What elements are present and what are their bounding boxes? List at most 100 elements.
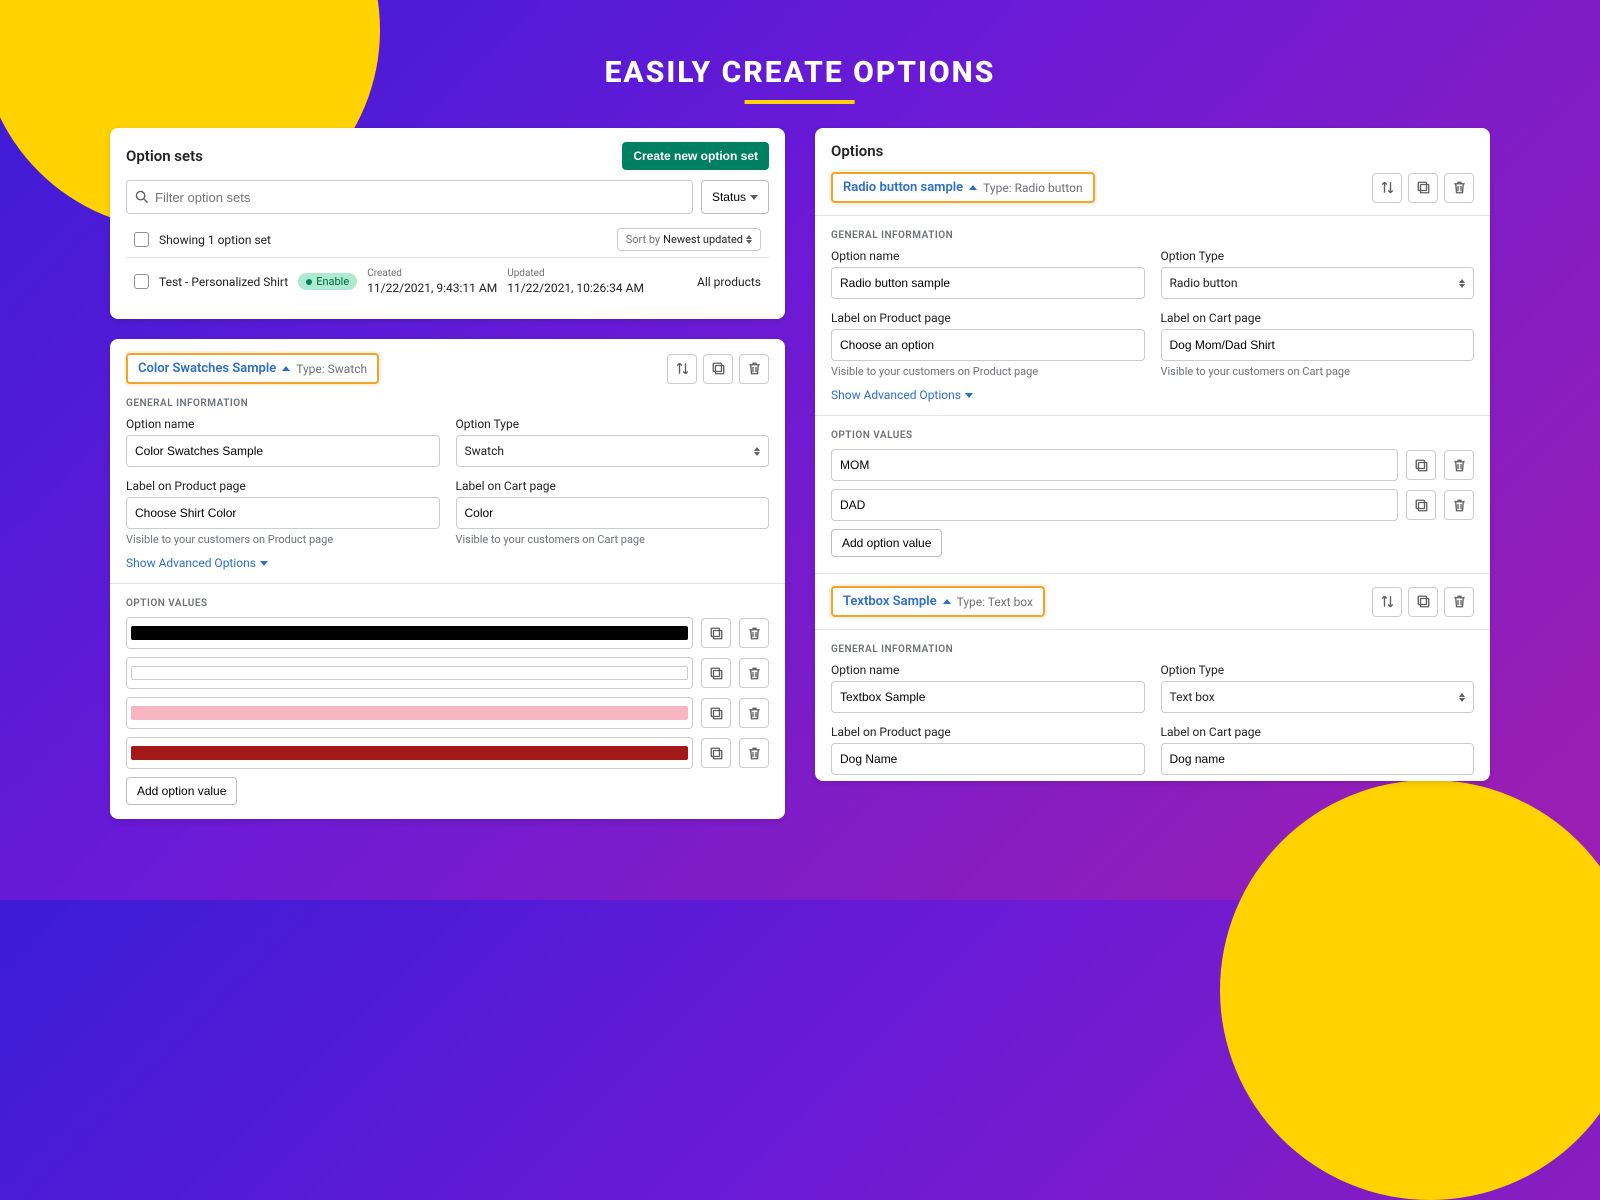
swatch-value-input[interactable]: [126, 697, 693, 729]
option-name-input[interactable]: [831, 267, 1145, 299]
swatch-value-input[interactable]: [126, 657, 693, 689]
duplicate-value-button[interactable]: [701, 618, 731, 648]
sort-button[interactable]: Sort by Newest updated: [617, 228, 761, 251]
updated-label: Updated: [507, 268, 644, 279]
option-type-select[interactable]: Radio button: [1161, 267, 1475, 299]
copy-icon: [1416, 594, 1431, 609]
swatch-value-row: [126, 737, 769, 769]
duplicate-value-button[interactable]: [1406, 490, 1436, 520]
swatch-value-input[interactable]: [126, 617, 693, 649]
swatches-option-card: Color Swatches Sample Type: Swatch GENER…: [110, 339, 785, 819]
delete-button[interactable]: [1444, 173, 1474, 203]
duplicate-button[interactable]: [1408, 587, 1438, 617]
trash-icon: [747, 706, 762, 721]
reorder-button[interactable]: [667, 354, 697, 384]
search-icon: [135, 190, 149, 204]
row-scope: All products: [697, 275, 761, 289]
duplicate-value-button[interactable]: [1406, 450, 1436, 480]
radio-pill[interactable]: Radio button sample Type: Radio button: [831, 172, 1095, 203]
showing-count: Showing 1 option set: [159, 233, 271, 247]
swatches-pill[interactable]: Color Swatches Sample Type: Swatch: [126, 353, 379, 384]
delete-value-button[interactable]: [739, 698, 769, 728]
swatch-value-row: [126, 697, 769, 729]
advanced-options-link[interactable]: Show Advanced Options: [831, 388, 973, 402]
advanced-options-link[interactable]: Show Advanced Options: [126, 556, 268, 570]
textbox-pill[interactable]: Textbox Sample Type: Text box: [831, 586, 1045, 617]
option-value-row: [831, 489, 1474, 521]
duplicate-button[interactable]: [1408, 173, 1438, 203]
option-set-row[interactable]: Test - Personalized Shirt Enable Created…: [126, 257, 769, 305]
label-cart-label: Label on Cart page: [1161, 725, 1475, 739]
add-option-value-button[interactable]: Add option value: [126, 777, 237, 805]
duplicate-value-button[interactable]: [701, 738, 731, 768]
trash-icon: [747, 746, 762, 761]
swatch-color-bar: [131, 666, 688, 680]
option-type-select[interactable]: Text box: [1161, 681, 1475, 713]
label-cart-input[interactable]: [456, 497, 770, 529]
divider: [110, 583, 785, 584]
delete-value-button[interactable]: [739, 618, 769, 648]
option-name-input[interactable]: [831, 681, 1145, 713]
label-product-input[interactable]: [831, 743, 1145, 775]
option-type-label: Option Type: [1161, 249, 1475, 263]
divider: [815, 629, 1490, 630]
trash-icon: [1452, 594, 1467, 609]
created-value: 11/22/2021, 9:43:11 AM: [367, 281, 497, 295]
option-type-label: Option Type: [456, 417, 770, 431]
add-option-value-button[interactable]: Add option value: [831, 529, 942, 557]
option-name-label: Option name: [831, 663, 1145, 677]
label-cart-input[interactable]: [1161, 329, 1475, 361]
copy-icon: [1416, 180, 1431, 195]
label-product-label: Label on Product page: [831, 311, 1145, 325]
option-values-label: OPTION VALUES: [126, 598, 769, 609]
label-cart-input[interactable]: [1161, 743, 1475, 775]
swatch-color-bar: [131, 706, 688, 720]
swatch-value-input[interactable]: [126, 737, 693, 769]
divider: [815, 573, 1490, 574]
swatch-color-bar: [131, 626, 688, 640]
duplicate-button[interactable]: [703, 354, 733, 384]
chevron-up-icon: [282, 366, 290, 371]
search-input-wrap[interactable]: [126, 180, 693, 214]
search-input[interactable]: [155, 190, 684, 205]
option-value-input[interactable]: [831, 489, 1398, 521]
select-all-checkbox[interactable]: [134, 232, 149, 247]
trash-icon: [747, 361, 762, 376]
label-product-label: Label on Product page: [831, 725, 1145, 739]
copy-icon: [709, 666, 724, 681]
chevron-down-icon: [260, 561, 268, 566]
label-cart-label: Label on Cart page: [456, 479, 770, 493]
copy-icon: [1414, 458, 1429, 473]
option-type-select[interactable]: Swatch: [456, 435, 770, 467]
trash-icon: [1452, 498, 1467, 513]
reorder-button[interactable]: [1372, 587, 1402, 617]
delete-button[interactable]: [739, 354, 769, 384]
copy-icon: [709, 706, 724, 721]
select-icon: [754, 447, 760, 456]
option-name-input[interactable]: [126, 435, 440, 467]
duplicate-value-button[interactable]: [701, 698, 731, 728]
divider: [815, 215, 1490, 216]
option-sets-title: Option sets: [126, 147, 203, 165]
trash-icon: [1452, 180, 1467, 195]
status-filter-button[interactable]: Status: [701, 180, 769, 214]
trash-icon: [747, 666, 762, 681]
general-info-label: GENERAL INFORMATION: [126, 398, 769, 409]
option-type-label: Option Type: [1161, 663, 1475, 677]
delete-value-button[interactable]: [1444, 450, 1474, 480]
row-checkbox[interactable]: [134, 274, 149, 289]
row-name: Test - Personalized Shirt: [159, 275, 288, 289]
create-option-set-button[interactable]: Create new option set: [622, 142, 769, 170]
duplicate-value-button[interactable]: [701, 658, 731, 688]
label-product-input[interactable]: [831, 329, 1145, 361]
option-value-input[interactable]: [831, 449, 1398, 481]
reorder-button[interactable]: [1372, 173, 1402, 203]
status-badge: Enable: [298, 273, 357, 290]
swatch-value-row: [126, 617, 769, 649]
delete-value-button[interactable]: [1444, 490, 1474, 520]
delete-button[interactable]: [1444, 587, 1474, 617]
general-info-label: GENERAL INFORMATION: [831, 230, 1474, 241]
label-product-input[interactable]: [126, 497, 440, 529]
delete-value-button[interactable]: [739, 658, 769, 688]
delete-value-button[interactable]: [739, 738, 769, 768]
